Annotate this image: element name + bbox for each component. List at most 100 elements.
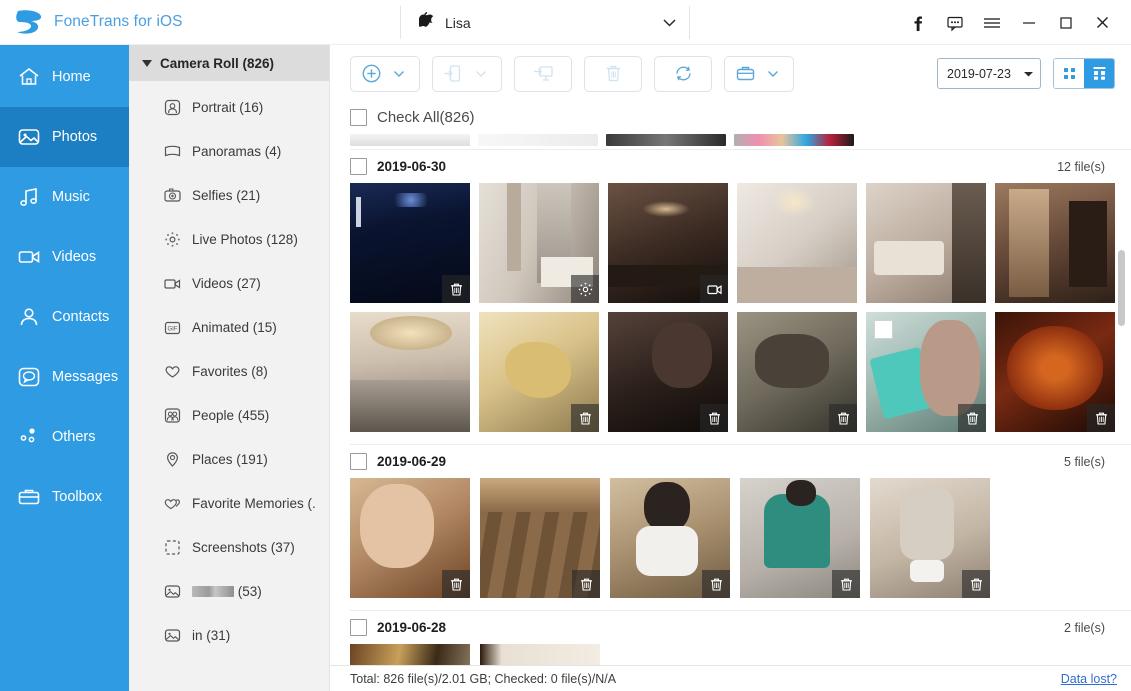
facebook-icon[interactable]	[899, 0, 936, 45]
toolbox-button[interactable]	[724, 55, 794, 92]
album-item-people[interactable]: People (455)	[129, 393, 329, 437]
thumbnail[interactable]	[478, 134, 598, 146]
group-checkbox[interactable]	[350, 158, 367, 175]
thumbnail[interactable]	[479, 312, 599, 432]
sidebar-item-photos[interactable]: Photos	[0, 107, 129, 167]
delete-badge[interactable]	[958, 404, 986, 432]
album-item-panoramas[interactable]: Panoramas (4)	[129, 129, 329, 173]
sidebar-item-contacts[interactable]: Contacts	[0, 287, 129, 347]
album-label: Panoramas (4)	[192, 143, 282, 159]
view-large-grid[interactable]	[1084, 59, 1114, 88]
close-icon[interactable]	[1084, 0, 1121, 45]
thumbnail[interactable]	[737, 312, 857, 432]
sidebar-item-home[interactable]: Home	[0, 47, 129, 107]
thumbnail[interactable]	[866, 183, 986, 303]
group-header: 2019-06-28 2 file(s)	[350, 610, 1131, 644]
delete-button[interactable]	[584, 55, 642, 92]
thumbnail[interactable]	[734, 134, 854, 146]
thumbnail[interactable]	[610, 478, 730, 598]
group-count: 5 file(s)	[1064, 454, 1105, 469]
feedback-icon[interactable]	[936, 0, 973, 45]
check-all-checkbox[interactable]	[350, 108, 367, 126]
thumbnail[interactable]	[606, 134, 726, 146]
delete-badge[interactable]	[1087, 404, 1115, 432]
album-item-in[interactable]: in (31)	[129, 613, 329, 657]
live-photo-badge[interactable]	[571, 275, 599, 303]
thumbnail[interactable]	[870, 478, 990, 598]
thumbnail[interactable]	[740, 478, 860, 598]
album-label: Favorite Memories (.	[192, 495, 316, 511]
data-lost-link[interactable]: Data lost?	[1061, 672, 1117, 686]
thumbnail-checkbox[interactable]	[874, 320, 893, 339]
sidebar-item-videos[interactable]: Videos	[0, 227, 129, 287]
thumbnail[interactable]	[737, 183, 857, 303]
caret-down-icon[interactable]	[761, 62, 784, 85]
sidebar-item-toolbox[interactable]: Toolbox	[0, 467, 129, 527]
view-small-grid[interactable]	[1054, 59, 1084, 88]
svg-text:GIF: GIF	[168, 326, 178, 332]
photo-scroll-area[interactable]: 2019-06-30 12 file(s) 2019-06-29 5 file(…	[330, 132, 1131, 665]
album-item-portrait[interactable]: Portrait (16)	[129, 85, 329, 129]
export-to-pc-button[interactable]	[514, 55, 572, 92]
delete-badge[interactable]	[702, 570, 730, 598]
messages-icon	[17, 365, 41, 389]
selfie-camera-icon	[163, 186, 182, 205]
group-checkbox[interactable]	[350, 619, 367, 636]
album-item-redacted[interactable]: (53)	[129, 569, 329, 613]
delete-badge[interactable]	[442, 570, 470, 598]
delete-badge[interactable]	[832, 570, 860, 598]
thumbnail[interactable]	[995, 183, 1115, 303]
sidebar-item-messages[interactable]: Messages	[0, 347, 129, 407]
chevron-down-icon[interactable]	[662, 16, 676, 29]
sidebar-item-others[interactable]: Others	[0, 407, 129, 467]
group-checkbox[interactable]	[350, 453, 367, 470]
thumbnail[interactable]	[350, 644, 470, 665]
thumbnail[interactable]	[608, 312, 728, 432]
album-header-camera-roll[interactable]: Camera Roll (826)	[129, 45, 329, 81]
thumbnail[interactable]	[608, 183, 728, 303]
album-item-places[interactable]: Places (191)	[129, 437, 329, 481]
delete-badge[interactable]	[572, 570, 600, 598]
album-item-screenshots[interactable]: Screenshots (37)	[129, 525, 329, 569]
heart-icon	[163, 362, 182, 381]
location-pin-icon	[163, 450, 182, 469]
album-item-favorite-memories[interactable]: Favorite Memories (.	[129, 481, 329, 525]
album-item-animated[interactable]: GIF Animated (15)	[129, 305, 329, 349]
caret-down-icon[interactable]	[469, 62, 492, 85]
album-item-videos[interactable]: Videos (27)	[129, 261, 329, 305]
video-badge[interactable]	[700, 275, 728, 303]
minimize-icon[interactable]	[1010, 0, 1047, 45]
delete-badge[interactable]	[442, 275, 470, 303]
device-selector[interactable]: Lisa	[400, 6, 690, 39]
vertical-scrollbar-thumb[interactable]	[1118, 250, 1125, 326]
picture-icon	[163, 582, 182, 601]
date-filter-select[interactable]: 2019-07-23	[937, 58, 1041, 89]
delete-badge[interactable]	[829, 404, 857, 432]
thumbnail[interactable]	[350, 183, 470, 303]
album-label: Places (191)	[192, 451, 268, 467]
caret-down-icon[interactable]	[387, 62, 410, 85]
maximize-icon[interactable]	[1047, 0, 1084, 45]
thumbnail[interactable]	[350, 478, 470, 598]
thumbnail[interactable]	[480, 644, 600, 665]
album-item-favorites[interactable]: Favorites (8)	[129, 349, 329, 393]
thumbnail[interactable]	[479, 183, 599, 303]
album-item-live-photos[interactable]: Live Photos (128)	[129, 217, 329, 261]
sidebar-label: Photos	[52, 129, 98, 145]
menu-icon[interactable]	[973, 0, 1010, 45]
export-to-pc-icon	[532, 62, 555, 85]
thumbnail[interactable]	[480, 478, 600, 598]
export-to-device-button[interactable]	[432, 55, 502, 92]
thumbnail[interactable]	[866, 312, 986, 432]
add-button[interactable]	[350, 55, 420, 92]
delete-badge[interactable]	[571, 404, 599, 432]
delete-badge[interactable]	[962, 570, 990, 598]
thumbnail[interactable]	[350, 134, 470, 146]
refresh-button[interactable]	[654, 55, 712, 92]
thumbnail[interactable]	[350, 312, 470, 432]
thumbnail[interactable]	[995, 312, 1115, 432]
album-item-selfies[interactable]: Selfies (21)	[129, 173, 329, 217]
export-to-phone-icon	[442, 62, 465, 85]
delete-badge[interactable]	[700, 404, 728, 432]
sidebar-item-music[interactable]: Music	[0, 167, 129, 227]
